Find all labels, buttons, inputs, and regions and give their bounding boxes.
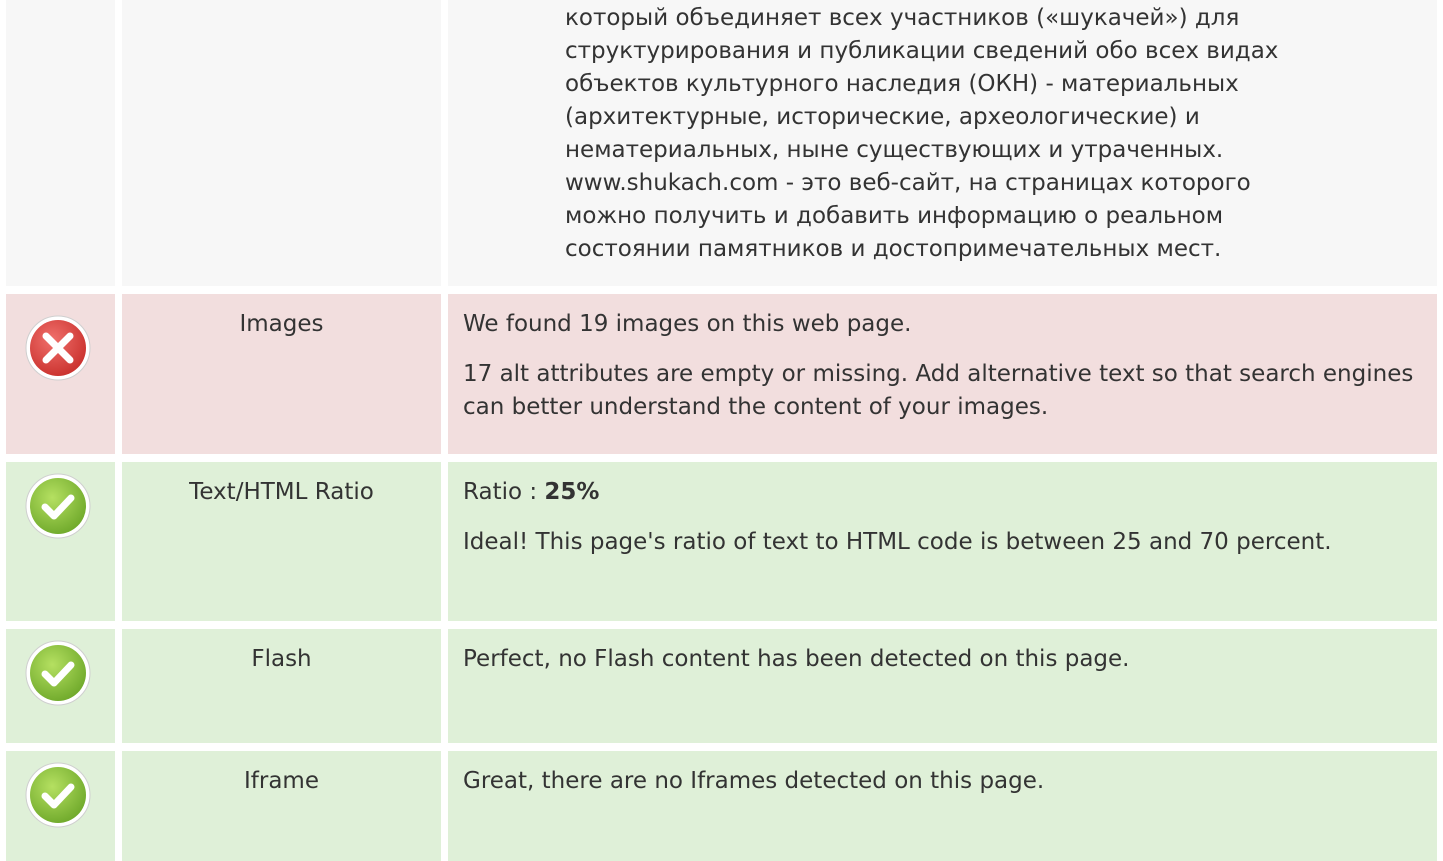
error-x-icon xyxy=(25,315,91,381)
check-content-cell: We found 19 images on this web page. 17 … xyxy=(448,294,1437,454)
text-html-ratio-check-row: Text/HTML Ratio Ratio : 25% Ideal! This … xyxy=(0,462,1443,621)
images-label: Images xyxy=(239,311,324,337)
ratio-advice-text: Ideal! This page's ratio of text to HTML… xyxy=(463,529,1332,555)
description-content-cell: который объединяет всех участников («шук… xyxy=(448,0,1437,286)
check-content-cell: Perfect, no Flash content has been detec… xyxy=(448,629,1437,743)
iframe-check-row: Iframe Great, there are no Iframes detec… xyxy=(0,751,1443,861)
status-icon-cell xyxy=(6,294,115,454)
check-label-cell: Text/HTML Ratio xyxy=(122,462,441,621)
check-label-cell: Images xyxy=(122,294,441,454)
images-result: We found 19 images on this web page. 17 … xyxy=(463,308,1417,424)
ratio-result: Ratio : 25% Ideal! This page's ratio of … xyxy=(463,476,1417,559)
description-icon-cell xyxy=(6,0,115,286)
check-content-cell: Great, there are no Iframes detected on … xyxy=(448,751,1437,861)
iframe-label: Iframe xyxy=(244,768,319,794)
check-icon xyxy=(25,640,91,706)
description-row: который объединяет всех участников («шук… xyxy=(0,0,1443,286)
images-count-text: We found 19 images on this web page. xyxy=(463,311,912,337)
status-icon-cell xyxy=(6,462,115,621)
status-icon-cell xyxy=(6,629,115,743)
flash-label: Flash xyxy=(251,646,312,672)
flash-check-row: Flash Perfect, no Flash content has been… xyxy=(0,629,1443,743)
meta-description-text: который объединяет всех участников («шук… xyxy=(565,5,1279,262)
ratio-prefix: Ratio : xyxy=(463,479,545,505)
iframe-result-text: Great, there are no Iframes detected on … xyxy=(463,768,1045,794)
check-label-cell: Flash xyxy=(122,629,441,743)
check-label-cell: Iframe xyxy=(122,751,441,861)
iframe-result: Great, there are no Iframes detected on … xyxy=(463,765,1417,798)
images-alt-advice-text: 17 alt attributes are empty or missing. … xyxy=(463,361,1414,420)
images-check-row: Images We found 19 images on this web pa… xyxy=(0,294,1443,454)
ratio-value: 25% xyxy=(544,479,600,505)
description-label-cell xyxy=(122,0,441,286)
flash-result-text: Perfect, no Flash content has been detec… xyxy=(463,646,1130,672)
flash-result: Perfect, no Flash content has been detec… xyxy=(463,643,1417,676)
check-icon xyxy=(25,762,91,828)
check-content-cell: Ratio : 25% Ideal! This page's ratio of … xyxy=(448,462,1437,621)
check-icon xyxy=(25,473,91,539)
ratio-label: Text/HTML Ratio xyxy=(189,479,374,505)
ratio-value-line: Ratio : 25% xyxy=(463,476,1417,509)
status-icon-cell xyxy=(6,751,115,861)
